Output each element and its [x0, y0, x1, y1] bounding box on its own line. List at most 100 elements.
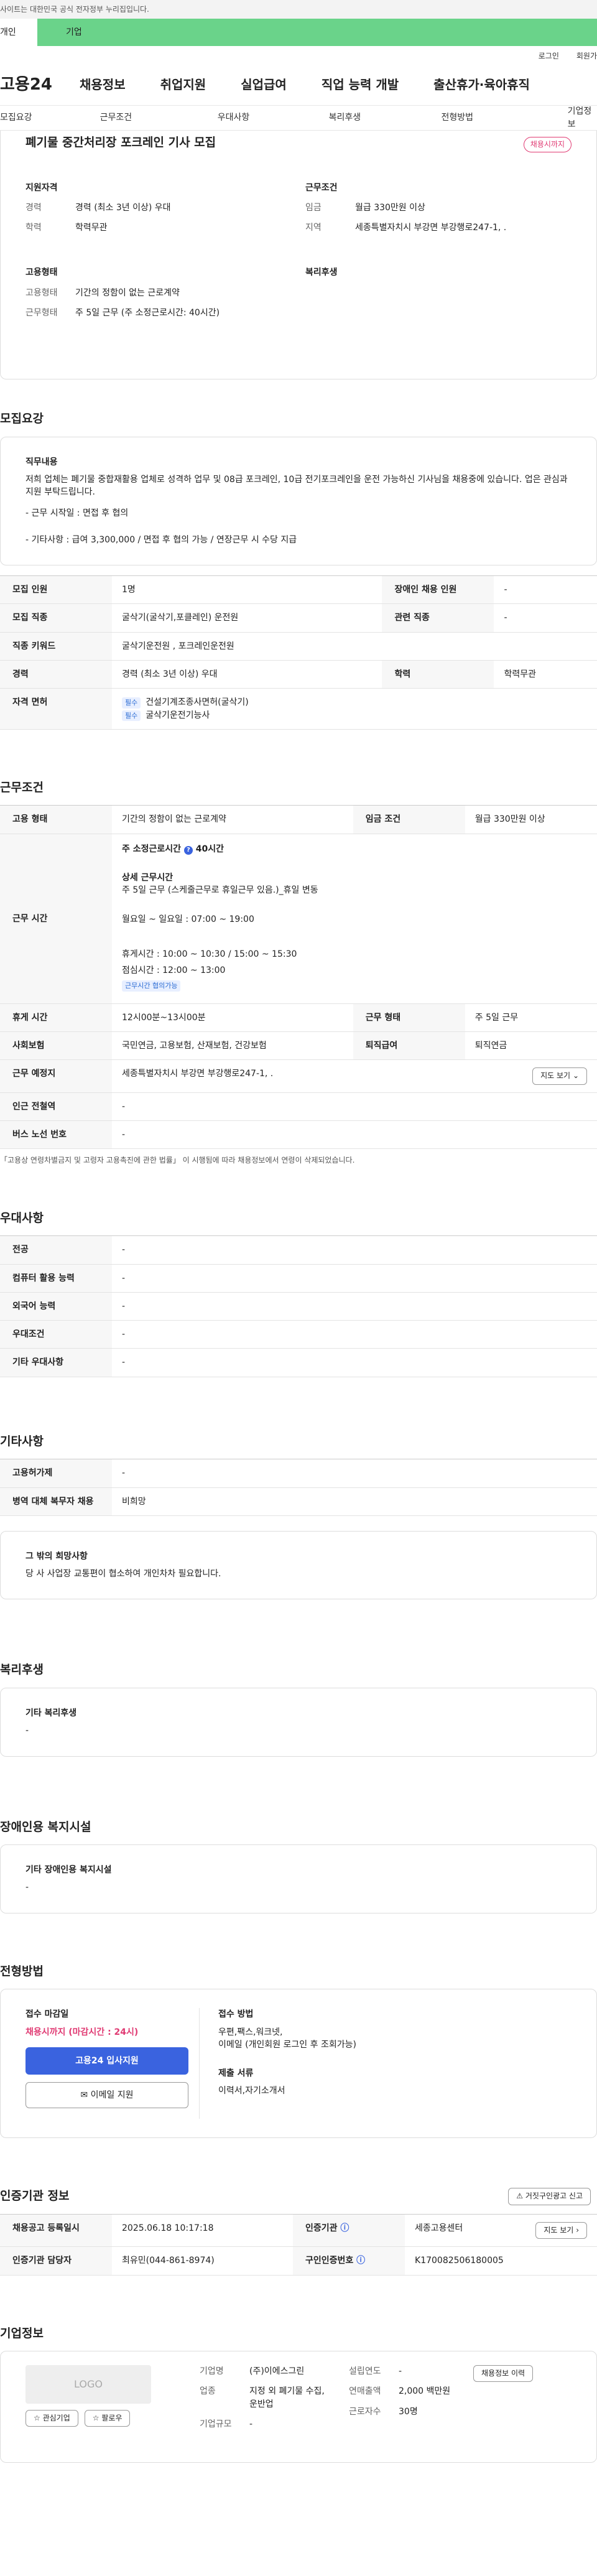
etc-table: 고용허가제 - 병역 대체 복무자 채용 비희망 [0, 1459, 597, 1516]
cell-head: 채용공고 등록일시 [0, 2214, 112, 2248]
cell: - [112, 1120, 597, 1150]
gnb-unemployment[interactable]: 실업급여 [241, 76, 287, 94]
cell: K170082506180005 [405, 2246, 597, 2276]
gnb-training[interactable]: 직업 능력 개발 [322, 76, 399, 94]
summary-card: 폐기물 중간처리장 포크레인 기사 모집 채용시까지 지원자격 경력 경력 (최소… [0, 131, 597, 379]
place-cell: 세종특별자치시 부강면 부강행로247-1, . 지도 보기 ⌄ [112, 1059, 597, 1093]
table-row: 채용공고 등록일시 2025.06.18 10:17:18 인증기관 ⓘ 세종고용센터… [0, 2214, 597, 2248]
method-column: 접수 방법 우편,팩스,워크넷, 이메일 (개인회원 로그인 후 조회가능) 제… [218, 2008, 356, 2119]
label: 지역 [305, 223, 322, 233]
table-row: 모집 인원 1명 장애인 채용 인원 - [0, 575, 597, 605]
follow-label: 팔로우 [101, 2414, 123, 2423]
company-info-1: 기업명 (주)이에스그린 업종 지정 외 폐기물 수집, 운반업 기업규모 - [200, 2365, 349, 2443]
week-hours-value: 40시간 [195, 844, 224, 854]
cell-head: 병역 대체 복무자 채용 [0, 1487, 112, 1516]
follow-button[interactable]: ☆ 팔로우 [84, 2410, 131, 2427]
cell: 12시00분~13시00분 [112, 1003, 353, 1033]
employment-block: 고용형태 고용형태 기간의 정함이 없는 근로계약 근무형태 주 5일 근무 (주 … [25, 266, 305, 327]
other-text: 당 사 사업장 교통편이 협소하여 개인차차 필요합니다. [25, 1569, 221, 1579]
hours-line: 점심시간 : 12:00 ~ 13:00 [122, 965, 226, 976]
cell-head: 경력 [0, 660, 112, 689]
snb-proc[interactable]: 전형방법 [392, 111, 493, 124]
cell-head: 퇴직급여 [353, 1031, 465, 1061]
company-section-title: 기업정보 [0, 2326, 44, 2340]
cell: 굴삭기운전원 , 포크레인운전원 [112, 632, 597, 661]
gnb-support[interactable]: 취업지원 [160, 76, 206, 94]
snb-welfare[interactable]: 복리후생 [292, 111, 392, 124]
recruit-section-title: 모집요강 [0, 412, 44, 425]
cell-head: 모집 직종 [0, 603, 112, 633]
interest-button[interactable]: ☆ 관심기업 [25, 2410, 78, 2427]
report-button[interactable]: ⚠ 거짓구인광고 신고 [508, 2188, 591, 2205]
label: 기업규모 [200, 2419, 232, 2429]
value: 기간의 정함이 없는 근로계약 [75, 287, 180, 298]
email-apply-button[interactable]: ✉ 이메일 지원 [25, 2082, 188, 2109]
company-info-2: 설립연도 - 연매출액 2,000 백만원 근로자수 30명 [349, 2365, 473, 2443]
welfare-heading: 복리후생 [305, 267, 338, 278]
table-row: 버스 노선 번호 - [0, 1120, 597, 1150]
employment-heading: 고용형태 [25, 267, 58, 278]
status-badge: 채용시까지 [523, 137, 572, 153]
site-logo[interactable]: 고용24 [0, 73, 80, 97]
info-icon[interactable]: ⓘ [356, 2256, 365, 2266]
job-title: 폐기물 중간처리장 포크레인 기사 모집 [25, 136, 216, 149]
cell: 월급 330만원 이상 [465, 805, 597, 834]
work-section-title: 근무조건 [0, 780, 44, 794]
table-row: 인증기관 담당자 최유민(044-861-8974) 구인인증번호 ⓘ K170082… [0, 2246, 597, 2276]
value: 경력 (최소 3년 이상) 우대 [75, 202, 171, 213]
table-row: 경력 경력 (최소 3년 이상) 우대 학력 학력무관 [0, 660, 597, 689]
label: 기업명 [200, 2366, 224, 2377]
map-button[interactable]: 지도 보기 ⌄ [532, 1067, 587, 1085]
cell: - [112, 1235, 597, 1265]
login-link[interactable]: 로그인 [539, 51, 559, 65]
cell-head: 전공 [0, 1235, 112, 1265]
value: 월급 330만원 이상 [355, 202, 425, 213]
cell-head: 모집 인원 [0, 575, 112, 605]
interest-label: 관심기업 [42, 2414, 70, 2423]
cert-section-title: 인증기관 정보 [0, 2189, 70, 2203]
map-button[interactable]: 지도 보기 › [535, 2221, 587, 2239]
required-tag: 필수 [122, 697, 141, 709]
tab-company[interactable]: 기업 [37, 19, 597, 46]
cell-head: 근무 시간 [0, 834, 112, 1004]
gnb-jobs[interactable]: 채용정보 [80, 76, 126, 94]
gnb-leave[interactable]: 출산휴가·육아휴직 [433, 76, 530, 94]
duty-text: 저희 업체는 폐기물 중합재활용 업체로 성격하 업무 및 08급 포크레인, … [25, 474, 568, 498]
cell: - [494, 575, 597, 605]
value: 지정 외 폐기물 수집, 운반업 [249, 2386, 325, 2409]
apply-button[interactable]: 고용24 입사지원 [25, 2047, 188, 2075]
map-button-label: 지도 보기 [540, 1071, 571, 1081]
disab-section-title: 장애인용 복지시설 [0, 1820, 91, 1834]
cell: 퇴직연금 [465, 1031, 597, 1061]
disab-box: 기타 장애인용 복지시설 - [0, 1844, 597, 1913]
work-table: 고용 형태 기간의 정함이 없는 근로계약 임금 조건 월급 330만원 이상 근무 … [0, 805, 597, 1150]
label: 학력 [25, 223, 42, 233]
welfare-text: - [25, 1726, 29, 1736]
info-icon[interactable]: ? [183, 845, 193, 855]
info-icon[interactable]: ⓘ [340, 2223, 349, 2233]
alert-icon: ⚠ [516, 2192, 524, 2201]
mail-icon: ✉ [80, 2090, 88, 2101]
snb-recruit[interactable]: 모집요강 [0, 111, 96, 124]
value: 학력무관 [75, 223, 108, 233]
snb-work[interactable]: 근무조건 [96, 111, 193, 124]
table-row: 기타 우대사항 - [0, 1348, 597, 1377]
hours-cell: 주 소정근로시간 ? 40시간 상세 근무시간 주 5일 근무 (스케줄근무로 … [112, 834, 597, 1004]
snb-company[interactable]: 기업정보 [493, 105, 597, 131]
pref-section-title: 우대사항 [0, 1211, 44, 1225]
table-row: 자격 면허 필수 건설기계조종사면허(굴삭기) 필수 굴삭기운전기능사 [0, 688, 597, 730]
job-history-button[interactable]: 채용정보 이력 [473, 2365, 534, 2383]
duty-box: 직무내용 저희 업체는 폐기물 중합재활용 업체로 성격하 업무 및 08급 포… [0, 436, 597, 566]
cell-head: 인근 전철역 [0, 1092, 112, 1122]
cell: - [112, 1320, 597, 1349]
cell: 굴삭기(굴삭기,포클레인) 운전원 [112, 603, 382, 633]
cell-head: 자격 면허 [0, 688, 112, 730]
welfare-heading: 기타 복리후생 [25, 1708, 77, 1719]
chevron-right-icon: › [576, 2225, 579, 2234]
tab-personal[interactable]: 개인 [0, 19, 37, 46]
snb-pref[interactable]: 우대사항 [193, 111, 292, 124]
negotiable-tag: 근무시간 협의가능 [122, 980, 181, 992]
join-link[interactable]: 회원가 [576, 51, 597, 65]
deadline-heading: 접수 마감일 [25, 2009, 69, 2020]
disab-text: - [25, 1882, 29, 1893]
